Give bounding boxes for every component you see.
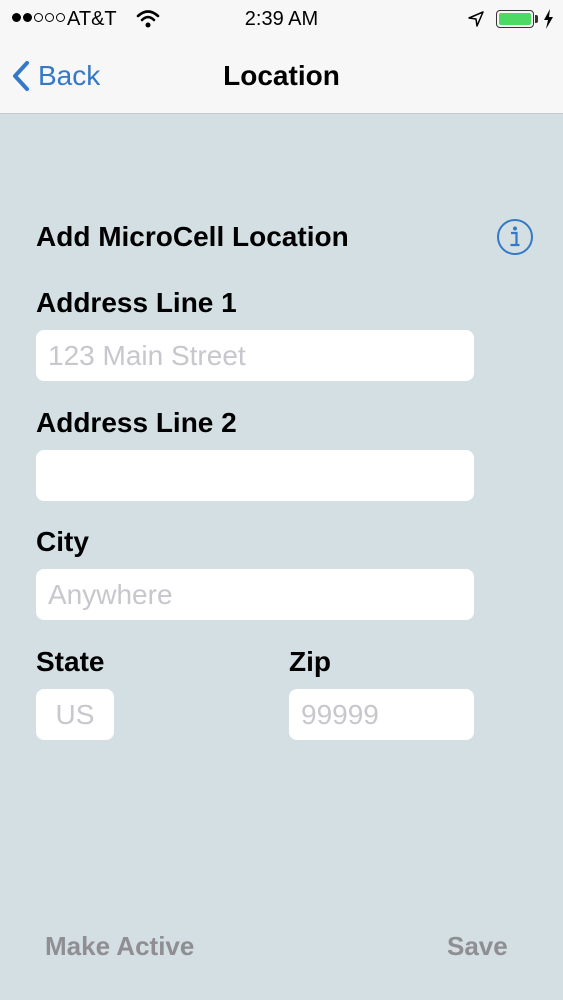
- zip-input[interactable]: [289, 689, 474, 740]
- navigation-bar: Back Location: [0, 38, 563, 114]
- address-line-2-input[interactable]: [36, 450, 474, 501]
- location-arrow-icon: [468, 11, 484, 27]
- city-label: City: [36, 526, 89, 557]
- info-icon[interactable]: [496, 218, 534, 256]
- battery-icon: [496, 10, 534, 28]
- save-button[interactable]: Save: [447, 928, 508, 964]
- state-input[interactable]: [36, 689, 114, 740]
- form-heading: Add MicroCell Location: [36, 221, 349, 252]
- address-line-2-label: Address Line 2: [36, 407, 237, 438]
- status-bar: AT&T 2:39 AM: [0, 0, 563, 38]
- page-title: Location: [223, 60, 340, 91]
- address-line-1-label: Address Line 1: [36, 287, 237, 318]
- make-active-button[interactable]: Make Active: [45, 928, 194, 964]
- address-line-1-input[interactable]: [36, 330, 474, 381]
- city-input[interactable]: [36, 569, 474, 620]
- charging-bolt-icon: [544, 9, 553, 29]
- state-label: State: [36, 646, 105, 677]
- zip-label: Zip: [289, 646, 331, 677]
